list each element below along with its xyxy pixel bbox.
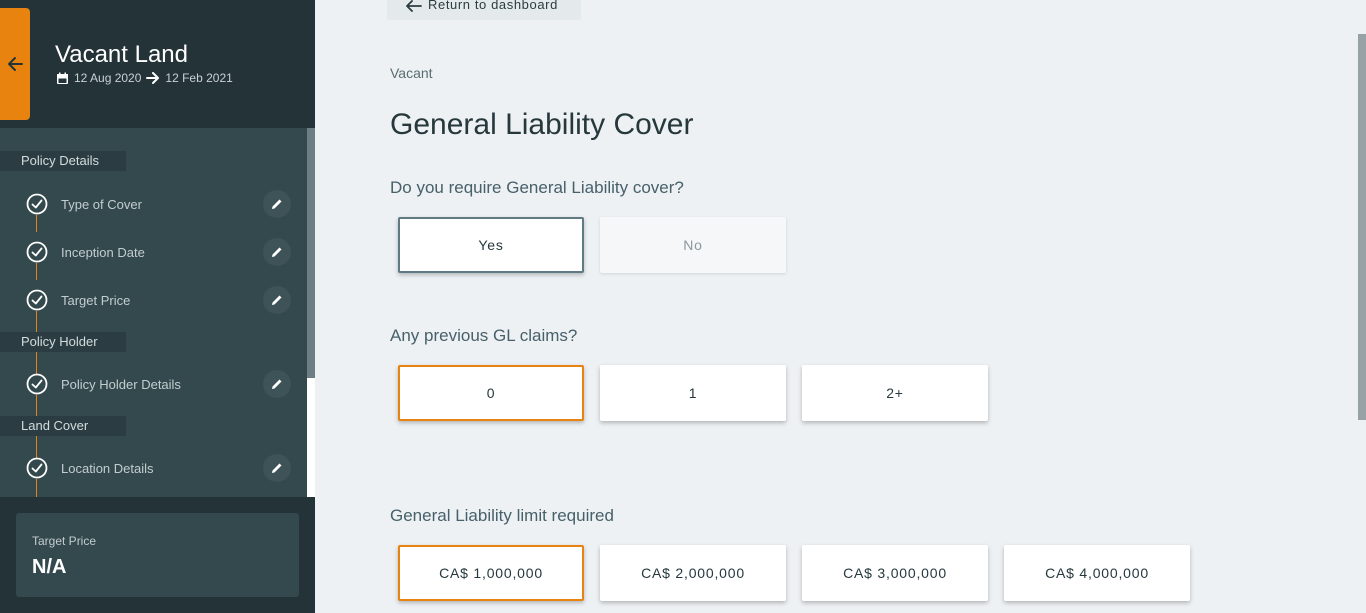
- option-limit-1m[interactable]: CA$ 1,000,000: [398, 545, 584, 601]
- sidebar-footer: Target Price N/A: [0, 497, 315, 613]
- calendar-icon: [57, 72, 68, 84]
- page-title: General Liability Cover: [390, 108, 694, 141]
- arrow-right-icon: [146, 72, 160, 84]
- sidebar-header: Vacant Land 12 Aug 2020 12 Feb 2021: [0, 0, 315, 128]
- back-button[interactable]: [0, 8, 30, 120]
- step-label: Type of Cover: [61, 197, 142, 212]
- check-circle-icon: [26, 193, 48, 215]
- return-to-dashboard-link[interactable]: Return to dashboard: [387, 0, 581, 20]
- option-limit-4m[interactable]: CA$ 4,000,000: [1004, 545, 1190, 601]
- step-label: Location Details: [61, 461, 154, 476]
- option-limit-2m[interactable]: CA$ 2,000,000: [600, 545, 786, 601]
- edit-type-of-cover-button[interactable]: [263, 190, 291, 218]
- step-type-of-cover[interactable]: Type of Cover: [0, 189, 300, 219]
- pencil-icon: [272, 199, 282, 209]
- start-date: 12 Aug 2020: [74, 71, 142, 85]
- step-policy-holder-details[interactable]: Policy Holder Details: [0, 369, 300, 399]
- target-price-label: Target Price: [32, 534, 97, 548]
- target-price-card: Target Price N/A: [16, 513, 299, 597]
- step-label: Target Price: [61, 293, 131, 308]
- pencil-icon: [272, 379, 282, 389]
- step-label: Policy Holder Details: [61, 377, 181, 392]
- step-target-price[interactable]: Target Price: [0, 285, 300, 315]
- arrow-left-icon: [8, 57, 23, 71]
- step-list: Policy Details Type of Cover Inception D…: [0, 128, 307, 497]
- step-location-details[interactable]: Location Details: [0, 453, 300, 483]
- option-claims-0[interactable]: 0: [398, 365, 584, 421]
- edit-policy-holder-details-button[interactable]: [263, 370, 291, 398]
- check-circle-icon: [26, 241, 48, 263]
- option-yes[interactable]: Yes: [398, 217, 584, 273]
- main-scrollbar-thumb[interactable]: [1358, 34, 1366, 420]
- section-policy-holder: Policy Holder: [0, 332, 126, 352]
- target-price-value: N/A: [32, 556, 67, 578]
- date-range: 12 Aug 2020 12 Feb 2021: [56, 71, 233, 85]
- return-label: Return to dashboard: [428, 0, 558, 12]
- option-limit-3m[interactable]: CA$ 3,000,000: [802, 545, 988, 601]
- edit-target-price-button[interactable]: [263, 286, 291, 314]
- sidebar-scrollbar-thumb[interactable]: [307, 128, 315, 378]
- question-require-gl: Do you require General Liability cover?: [390, 178, 684, 197]
- step-label: Inception Date: [61, 245, 145, 260]
- step-inception-date[interactable]: Inception Date: [0, 237, 300, 267]
- pencil-icon: [272, 463, 282, 473]
- question-gl-limit: General Liability limit required: [390, 506, 614, 525]
- sidebar: Vacant Land 12 Aug 2020 12 Feb 2021 Poli…: [0, 0, 315, 613]
- section-land-cover: Land Cover: [0, 416, 126, 436]
- breadcrumb: Vacant: [390, 65, 433, 81]
- question-previous-claims: Any previous GL claims?: [390, 326, 578, 345]
- pencil-icon: [272, 295, 282, 305]
- end-date: 12 Feb 2021: [165, 71, 233, 85]
- section-policy-details: Policy Details: [0, 151, 126, 171]
- edit-location-details-button[interactable]: [263, 454, 291, 482]
- check-circle-icon: [26, 457, 48, 479]
- check-circle-icon: [26, 373, 48, 395]
- edit-inception-date-button[interactable]: [263, 238, 291, 266]
- option-no[interactable]: No: [600, 217, 786, 273]
- option-claims-1[interactable]: 1: [600, 365, 786, 421]
- arrow-left-icon: [406, 0, 422, 12]
- option-claims-2-plus[interactable]: 2+: [802, 365, 988, 421]
- pencil-icon: [272, 247, 282, 257]
- check-circle-icon: [26, 289, 48, 311]
- project-title: Vacant Land: [55, 41, 188, 68]
